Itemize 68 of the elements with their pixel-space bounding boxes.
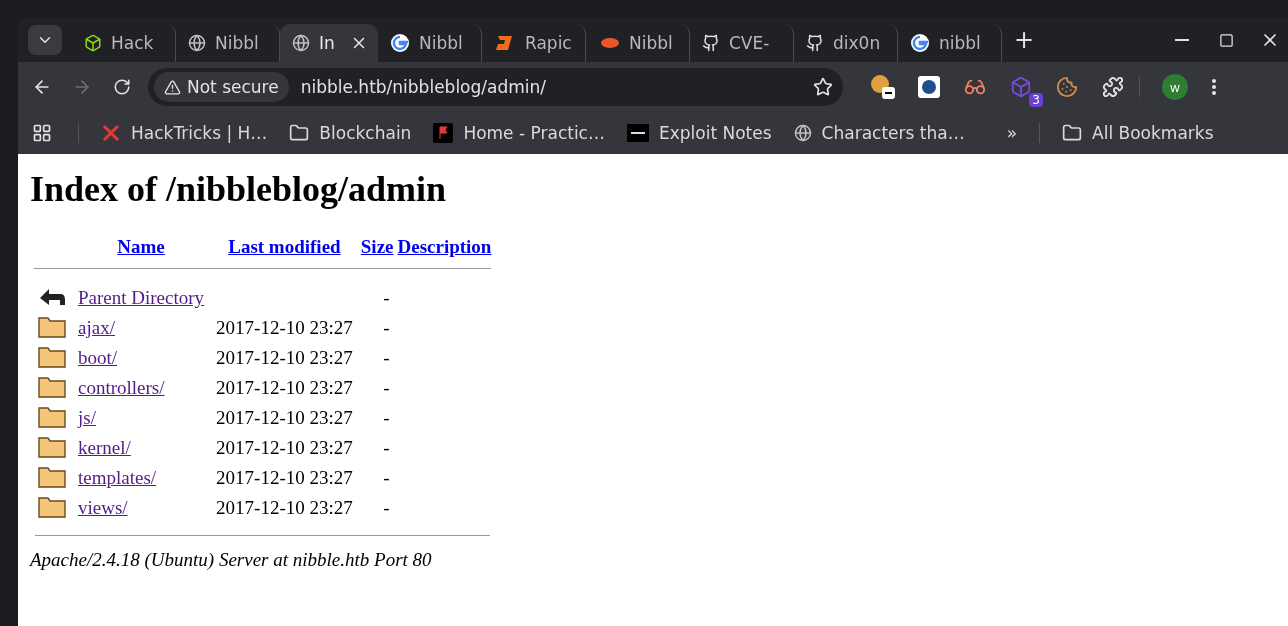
- folder-icon: [289, 123, 310, 143]
- flag-icon: [433, 123, 454, 143]
- modified-date: 2017-12-10 23:27: [216, 347, 353, 368]
- github-cat-icon: [806, 34, 824, 52]
- directory-link[interactable]: Parent Directory: [78, 287, 205, 308]
- bookmark-item[interactable]: Characters tha…: [793, 123, 965, 143]
- directory-link[interactable]: boot/: [78, 347, 118, 368]
- tab-search-button[interactable]: [28, 25, 62, 55]
- file-size: -: [383, 317, 390, 338]
- folder-icon: [1062, 123, 1083, 143]
- file-size: -: [383, 437, 390, 458]
- cube-icon: [84, 34, 102, 52]
- grid-icon: [32, 123, 52, 143]
- globe-icon: [292, 34, 310, 52]
- page-heading: Index of /nibbleblog/admin: [30, 168, 448, 210]
- new-tab-button[interactable]: +: [1010, 26, 1038, 54]
- security-chip[interactable]: Not secure: [154, 72, 289, 102]
- browser-tab[interactable]: In: [280, 24, 378, 62]
- modified-date: 2017-12-10 23:27: [216, 437, 353, 458]
- globe-icon: [188, 34, 206, 52]
- all-bookmarks-button[interactable]: All Bookmarks: [1062, 123, 1214, 143]
- reload-icon: [113, 78, 131, 96]
- directory-link[interactable]: views/: [78, 497, 128, 518]
- cookie-icon: [1056, 76, 1078, 98]
- column-sort-link[interactable]: Name: [117, 236, 165, 257]
- extension-button[interactable]: [869, 73, 897, 101]
- warning-icon: [164, 78, 181, 96]
- cookie-blocked-icon: [869, 73, 897, 101]
- github-cat-icon: [702, 34, 720, 52]
- file-size: -: [383, 287, 390, 308]
- directory-link[interactable]: controllers/: [78, 377, 165, 398]
- cross-logo-icon: [101, 123, 121, 143]
- bookmark-item[interactable]: Home - Practic…: [433, 123, 605, 143]
- directory-link[interactable]: kernel/: [78, 437, 131, 458]
- directory-link[interactable]: ajax/: [78, 317, 115, 338]
- extension-badge: 3: [1029, 93, 1043, 107]
- profile-avatar[interactable]: w: [1162, 74, 1188, 100]
- column-sort-link[interactable]: Description: [397, 236, 492, 257]
- puzzle-icon: [1102, 76, 1124, 98]
- file-size: -: [383, 347, 390, 368]
- directory-link[interactable]: js/: [78, 407, 96, 428]
- star-icon: [813, 77, 833, 97]
- bookmark-item[interactable]: Exploit Notes: [626, 123, 772, 143]
- google-g-icon: [910, 33, 930, 53]
- maximize-icon: [1218, 32, 1234, 48]
- file-size: -: [383, 377, 390, 398]
- file-size: -: [383, 467, 390, 488]
- column-sort-link[interactable]: Size: [360, 236, 394, 257]
- file-size: -: [383, 407, 390, 428]
- url-text: nibble.htb/nibbleblog/admin/: [300, 77, 548, 97]
- column-sort-link[interactable]: Last modified: [228, 236, 341, 257]
- bookmark-item[interactable]: Blockchain: [289, 123, 412, 143]
- modified-date: 2017-12-10 23:27: [216, 377, 353, 398]
- address-bar[interactable]: Not secure nibble.htb/nibbleblog/admin/: [148, 68, 843, 106]
- modified-date: 2017-12-10 23:27: [216, 467, 353, 488]
- globe-icon: [793, 124, 812, 142]
- modified-date: 2017-12-10 23:27: [216, 317, 353, 338]
- directory-link[interactable]: templates/: [78, 467, 157, 488]
- file-size: -: [383, 497, 390, 518]
- modified-date: 2017-12-10 23:27: [216, 407, 353, 428]
- cube-icon: [1010, 76, 1032, 98]
- modified-date: 2017-12-10 23:27: [216, 497, 353, 518]
- bookmarks-overflow-button[interactable]: »: [1006, 123, 1018, 143]
- server-signature: Apache/2.4.18 (Ubuntu) Server at nibble.htb Port 80: [30, 549, 433, 571]
- google-g-icon: [390, 33, 410, 53]
- minimize-icon: [1175, 39, 1189, 41]
- kebab-menu-icon: [1212, 79, 1216, 95]
- bookmark-item[interactable]: HackTricks | H…: [101, 123, 268, 143]
